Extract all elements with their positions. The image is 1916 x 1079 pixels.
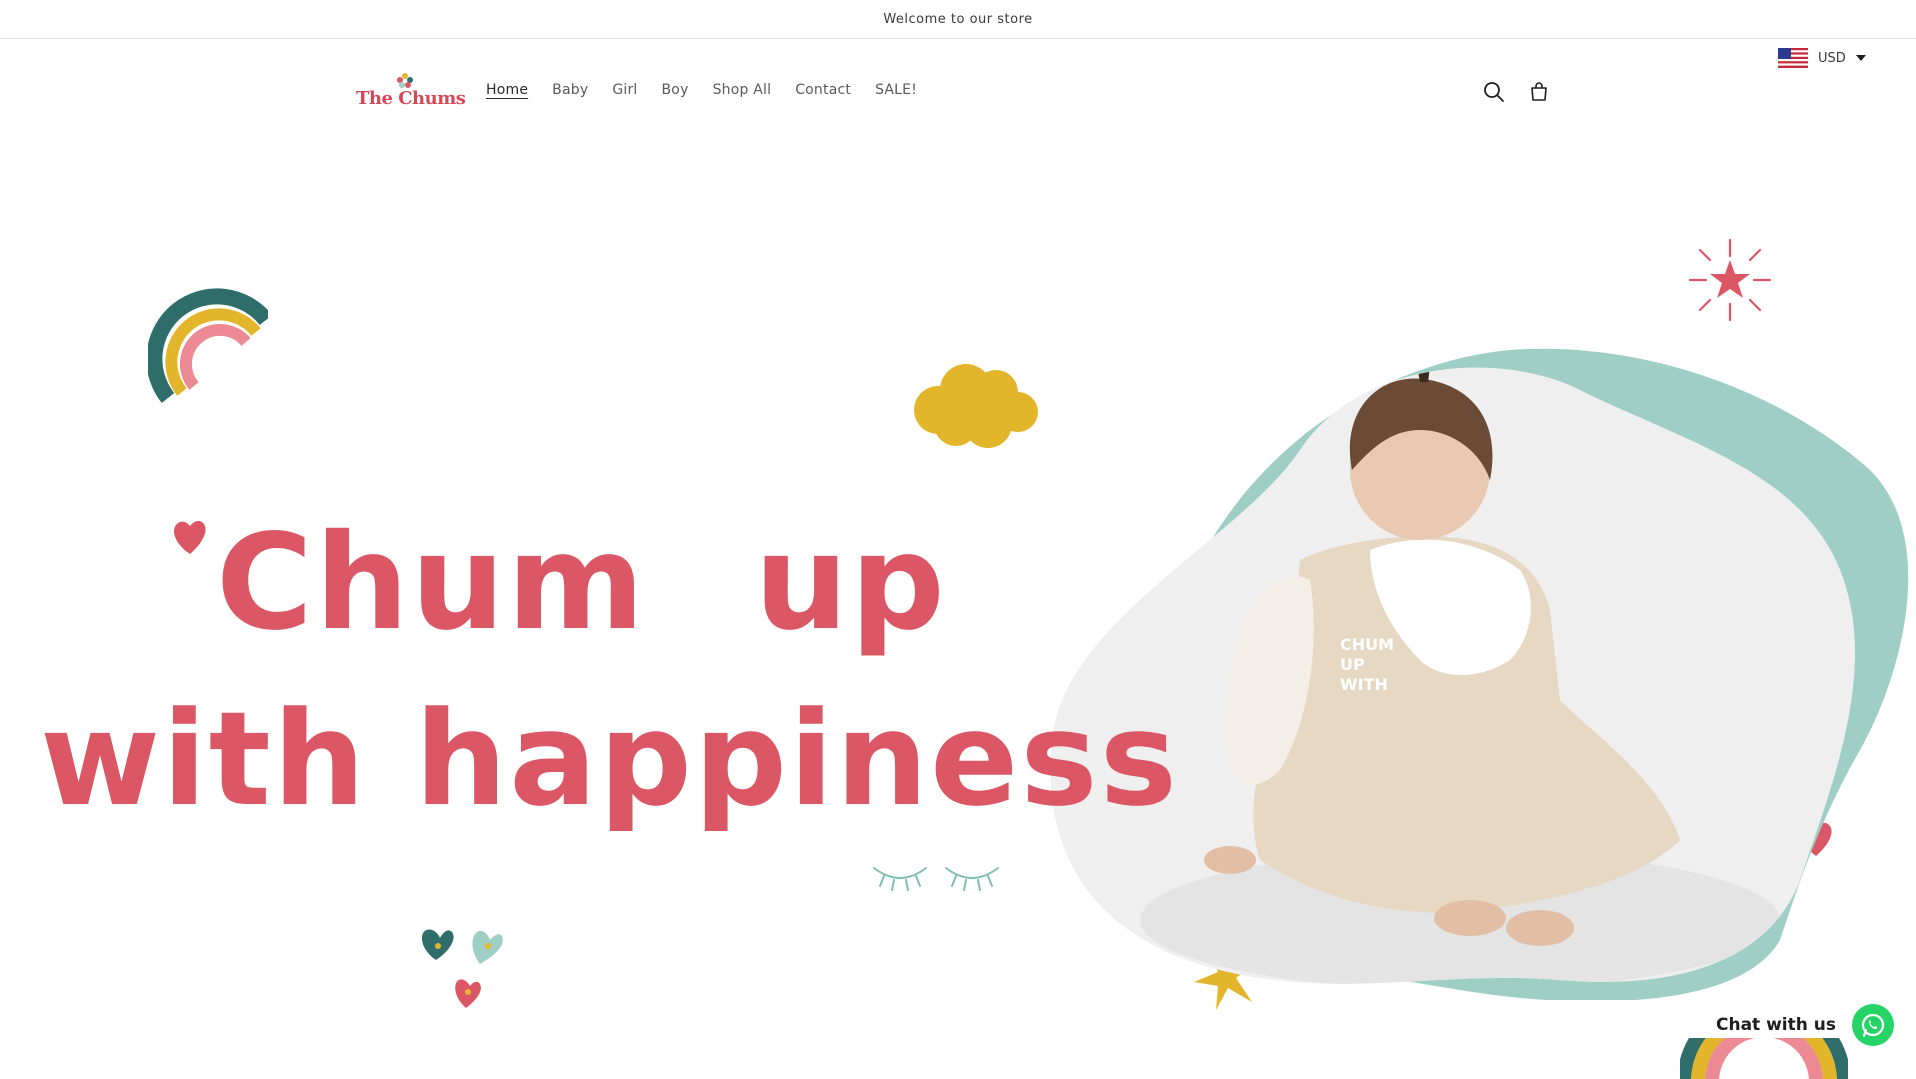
- cart-icon: [1531, 82, 1547, 101]
- chat-widget[interactable]: Chat with us: [1716, 1004, 1894, 1046]
- svg-text:UP: UP: [1340, 655, 1365, 674]
- svg-text:WITH: WITH: [1340, 675, 1388, 694]
- search-button[interactable]: [1480, 78, 1508, 106]
- svg-text:CHUM: CHUM: [1340, 635, 1394, 654]
- currency-code: USD: [1818, 50, 1846, 66]
- whatsapp-button[interactable]: [1852, 1004, 1894, 1046]
- closed-eyes-icon: [873, 867, 999, 891]
- cart-button[interactable]: [1525, 78, 1553, 106]
- site-header: [0, 39, 1916, 143]
- rainbow-icon: [148, 288, 268, 403]
- nav-sale[interactable]: SALE!: [875, 82, 917, 98]
- hearts-cluster-icon: [422, 929, 503, 1008]
- whatsapp-icon: [1861, 1013, 1885, 1038]
- main-nav: Home Baby Girl Boy Shop All Contact SALE…: [486, 82, 941, 98]
- announcement-bar: Welcome to our store: [0, 0, 1916, 39]
- nav-home[interactable]: Home: [486, 82, 528, 98]
- hero-line-1: Chum up: [216, 506, 947, 660]
- hero-heading: Chum up with happiness: [40, 495, 1179, 847]
- sparkle-star-icon: [1688, 238, 1772, 322]
- nav-baby[interactable]: Baby: [552, 82, 588, 98]
- search-icon: [1484, 82, 1504, 102]
- nav-boy[interactable]: Boy: [662, 82, 689, 98]
- chevron-down-icon: [1855, 55, 1866, 61]
- nav-shop-all[interactable]: Shop All: [713, 82, 772, 98]
- store-logo[interactable]: The Chums: [356, 72, 466, 116]
- hero-line-2: with happiness: [40, 683, 1180, 835]
- cloud-icon: [914, 364, 1038, 448]
- nav-girl[interactable]: Girl: [612, 82, 637, 98]
- chat-label: Chat with us: [1716, 1015, 1836, 1035]
- nav-contact[interactable]: Contact: [795, 82, 851, 98]
- currency-selector[interactable]: USD: [1778, 48, 1866, 68]
- us-flag-icon: [1778, 48, 1808, 68]
- announcement-text: Welcome to our store: [883, 11, 1033, 27]
- logo-text: The Chums: [356, 88, 466, 109]
